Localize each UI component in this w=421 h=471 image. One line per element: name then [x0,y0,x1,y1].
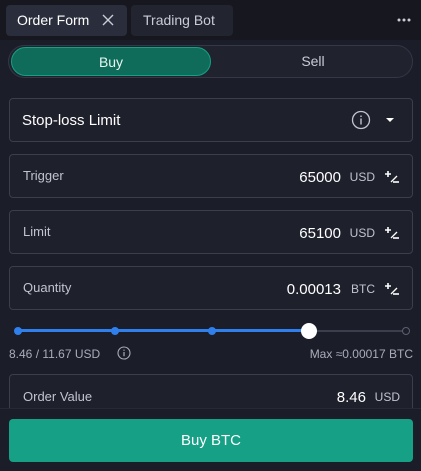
buy-toggle-button[interactable]: Buy [11,47,211,76]
quantity-label: Quantity [23,280,72,295]
trigger-unit: USD [349,170,375,184]
available-balance: 8.46 / 11.67 USD [9,347,101,361]
plus-minus-icon[interactable] [384,281,400,297]
order-type-select[interactable]: Stop-loss Limit [9,98,413,142]
quantity-slider[interactable] [14,322,410,340]
slider-step-dot[interactable] [111,327,119,335]
max-quantity: Max ≈0.00017 BTC [309,347,413,361]
limit-label: Limit [23,224,51,239]
trigger-label: Trigger [23,168,64,183]
limit-field[interactable]: Limit 65100 USD [9,210,413,254]
more-icon[interactable] [396,12,412,28]
quantity-field[interactable]: Quantity 0.00013 BTC [9,266,413,310]
tab-trading-bot[interactable]: Trading Bot [131,5,233,36]
quantity-value[interactable]: 0.00013 [287,281,341,298]
slider-fill [18,329,309,332]
slider-step-dot[interactable] [402,327,410,335]
tab-label: Trading Bot [143,12,215,28]
plus-minus-icon[interactable] [384,169,400,185]
buy-btc-button[interactable]: Buy BTC [9,419,413,462]
chevron-down-icon [386,118,394,122]
buy-sell-toggle: Buy Sell [8,45,413,78]
tab-label: Order Form [17,12,90,28]
order-type-value: Stop-loss Limit [22,112,121,129]
limit-unit: USD [349,226,375,240]
plus-minus-icon[interactable] [384,225,400,241]
close-icon[interactable] [102,14,114,26]
sell-toggle-button[interactable]: Sell [214,47,412,76]
info-icon[interactable] [117,346,131,360]
quantity-unit: BTC [351,282,375,296]
limit-value[interactable]: 65100 [299,225,341,242]
slider-thumb[interactable] [301,323,317,339]
trigger-value[interactable]: 65000 [299,169,341,186]
order-form-panel: Order Form Trading Bot Buy Sell Stop-los… [0,0,421,471]
order-value-amount[interactable]: 8.46 [337,389,366,406]
info-icon[interactable] [351,110,371,130]
order-value-unit: USD [374,390,400,404]
tab-bar: Order Form Trading Bot [0,0,421,40]
order-value-label: Order Value [23,389,93,404]
trigger-field[interactable]: Trigger 65000 USD [9,154,413,198]
slider-step-dot[interactable] [14,327,22,335]
slider-step-dot[interactable] [208,327,216,335]
tab-order-form[interactable]: Order Form [6,5,127,36]
